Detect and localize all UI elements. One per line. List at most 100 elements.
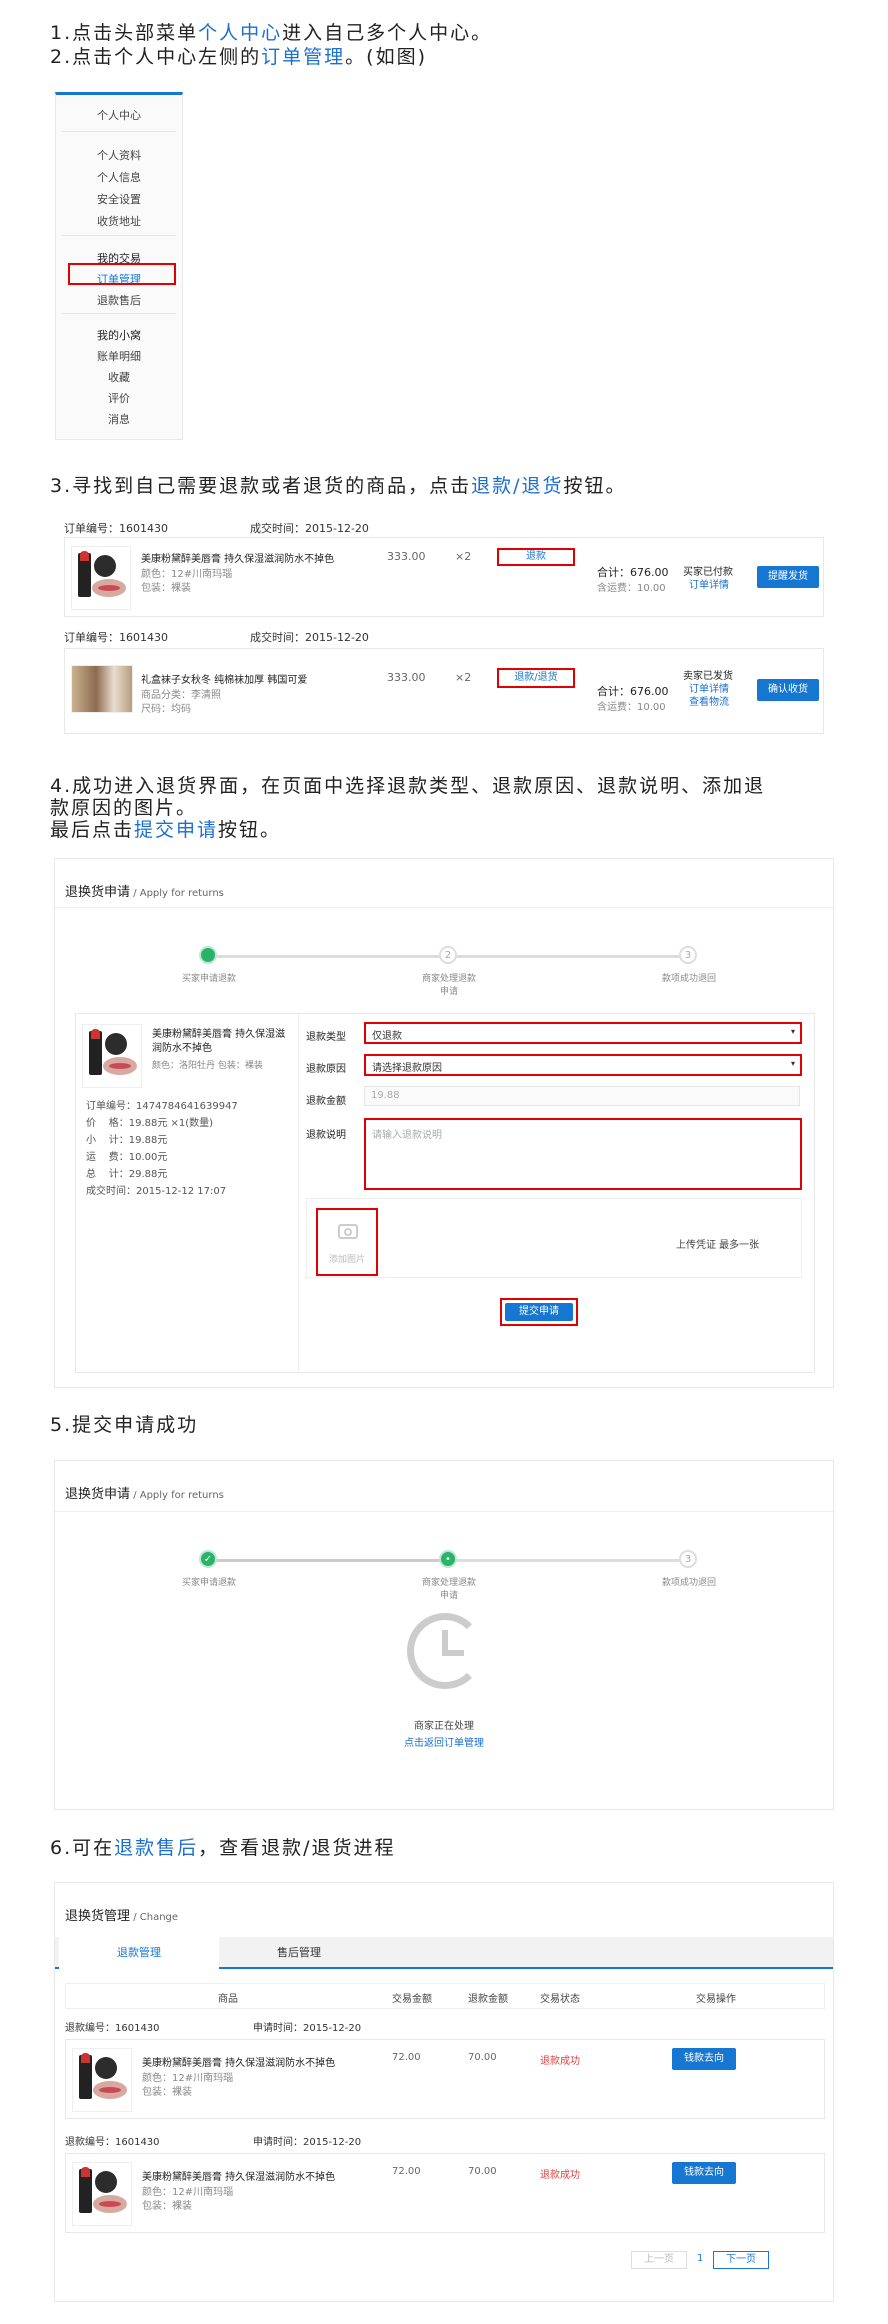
tab-after-sales[interactable]: 售后管理 xyxy=(219,1937,379,1969)
order-1-detail-link[interactable]: 订单详情 xyxy=(689,576,729,591)
refund-2-refund: 70.00 xyxy=(468,2166,497,2177)
order-2-total: 合计：676.00 xyxy=(597,685,669,698)
order-1-total: 合计：676.00 xyxy=(597,566,669,579)
sidebar-item-address[interactable]: 收货地址 xyxy=(56,213,182,229)
sidebar-item-profile[interactable]: 个人资料 xyxy=(56,147,182,163)
refund-1-refund: 70.00 xyxy=(468,2052,497,2063)
sidebar-item-security[interactable]: 安全设置 xyxy=(56,191,182,207)
refund-desc-textarea[interactable]: 请输入退款说明 xyxy=(364,1118,802,1190)
upload-hint: 上传凭证 最多一张 xyxy=(676,1240,760,1251)
product-image xyxy=(71,546,131,610)
step-2-text: 2.点击个人中心左侧的订单管理。(如图) xyxy=(50,46,427,68)
refund-1-amount: 72.00 xyxy=(392,2052,421,2063)
money-flow-button[interactable]: 钱款去向 xyxy=(672,2048,736,2070)
v-price: 19.88元 ×1(数量) xyxy=(128,1118,214,1129)
order-1-qty: ×2 xyxy=(455,550,472,563)
product-image xyxy=(72,2048,132,2112)
submit-button[interactable]: 提交申请 xyxy=(505,1303,573,1321)
refund-2-status: 退款成功 xyxy=(540,2170,580,2181)
next-page-button[interactable]: 下一页 xyxy=(713,2251,769,2269)
tab-refund-management[interactable]: 退款管理 xyxy=(59,1937,219,1969)
apply-success-panel: 退换货申请 / Apply for returns ✓ • 3 买家申请退款 商… xyxy=(54,1460,834,1810)
order-1-ship: 含运费：10.00 xyxy=(597,583,666,594)
refund-2-no: 退款编号：1601430 xyxy=(65,2137,160,2148)
refund-1-attr2: 包装：裸装 xyxy=(142,2087,192,2098)
order-1-attr1: 颜色：12#川南玛瑙 xyxy=(141,569,233,580)
step-3-circle: 3 xyxy=(679,946,697,964)
remind-ship-button[interactable]: 提醒发货 xyxy=(757,566,819,588)
tl-label-1: 买家申请退款 xyxy=(181,1578,236,1588)
returns-management-panel: 退换货管理 / Change 退款管理 售后管理 商品 交易金额 退款金额 交易… xyxy=(54,1882,834,2302)
apply-product-title: 美康粉黛醉美唇膏 持久保湿滋润防水不掉色 xyxy=(152,1029,286,1054)
step-1-text: 1.点击头部菜单个人中心进入自己多个人中心。 xyxy=(50,22,493,44)
k-shipping: 运 费： xyxy=(86,1152,129,1163)
add-image-button[interactable]: 添加图片 xyxy=(316,1208,378,1276)
processing-message: 商家正在处理 xyxy=(414,1721,474,1732)
order-2-time: 成交时间：2015-12-20 xyxy=(250,631,369,644)
chevron-down-icon: ▾ xyxy=(790,1027,795,1036)
refund-2-amount: 72.00 xyxy=(392,2166,421,2177)
add-image-label: 添加图片 xyxy=(328,1255,365,1265)
highlight-orders xyxy=(68,263,176,285)
order-info-list: 订单编号：1474784641639947 价 格：19.88元 ×1(数量) … xyxy=(86,1098,238,1200)
apply-product-attr: 颜色：洛阳牡丹 包装：裸装 xyxy=(152,1061,263,1071)
order-2-qty: ×2 xyxy=(455,671,472,684)
step-4-line3: 最后点击提交申请按钮。 xyxy=(50,819,282,841)
refund-1-title[interactable]: 美康粉黛醉美唇膏 持久保湿滋润防水不掉色 xyxy=(142,2054,335,2069)
label-refund-amount: 退款金额 xyxy=(306,1096,346,1107)
label-refund-type: 退款类型 xyxy=(306,1032,346,1043)
sidebar-item-refunds[interactable]: 退款售后 xyxy=(56,292,182,308)
money-flow-button[interactable]: 钱款去向 xyxy=(672,2162,736,2184)
back-to-orders-link[interactable]: 点击返回订单管理 xyxy=(55,1734,833,1749)
apply-title: 退换货申请 / Apply for returns xyxy=(65,885,224,900)
refund-1-status: 退款成功 xyxy=(540,2056,580,2067)
v-shipping: 10.00元 xyxy=(128,1152,168,1163)
order-2-no: 订单编号：1601430 xyxy=(64,631,168,644)
apply-returns-panel: 退换货申请 / Apply for returns 1 2 3 买家申请退款 商… xyxy=(54,858,834,1388)
step-3-text: 3.寻找到自己需要退款或者退货的商品，点击退款/退货按钮。 xyxy=(50,475,627,497)
refund-type-select[interactable]: 仅退款 ▾ xyxy=(364,1022,802,1044)
step-4-line1: 4.成功进入退货界面，在页面中选择退款类型、退款原因、退款说明、添加退 xyxy=(50,775,766,797)
confirm-receipt-button[interactable]: 确认收货 xyxy=(757,679,819,701)
order-1-price: 333.00 xyxy=(387,550,426,563)
product-image xyxy=(71,665,133,713)
k-deal-time: 成交时间： xyxy=(86,1186,136,1197)
order-2-title[interactable]: 礼盒袜子女秋冬 纯棉袜加厚 韩国可爱 xyxy=(141,671,307,686)
order-list: 订单编号：1601430 成交时间：2015-12-20 美康粉黛醉美唇膏 持久… xyxy=(60,515,828,745)
order-1-title[interactable]: 美康粉黛醉美唇膏 持久保湿滋润防水不掉色 xyxy=(141,550,334,565)
sidebar-item-bills[interactable]: 账单明细 xyxy=(56,348,182,364)
sidebar-title: 个人中心 xyxy=(97,109,141,122)
step-1-done-icon: ✓ xyxy=(199,1550,217,1568)
col-refund-amount: 退款金额 xyxy=(468,1994,508,2005)
refund-reason-select[interactable]: 请选择退款原因 ▾ xyxy=(364,1054,802,1076)
sidebar-item-favorites[interactable]: 收藏 xyxy=(56,369,182,385)
refund-2-title[interactable]: 美康粉黛醉美唇膏 持久保湿滋润防水不掉色 xyxy=(142,2168,335,2183)
sidebar-item-reviews[interactable]: 评价 xyxy=(56,390,182,406)
refund-2-time: 申请时间：2015-12-20 xyxy=(253,2137,362,2148)
order-1-row: 美康粉黛醉美唇膏 持久保湿滋润防水不掉色 颜色：12#川南玛瑙 包装：裸装 33… xyxy=(64,537,824,617)
step-2-circle: 2 xyxy=(439,946,457,964)
refund-1-attr1: 颜色：12#川南玛瑙 xyxy=(142,2073,234,2084)
col-action: 交易操作 xyxy=(696,1994,736,2005)
sidebar-item-messages[interactable]: 消息 xyxy=(56,411,182,427)
sidebar-item-info[interactable]: 个人信息 xyxy=(56,169,182,185)
refund-return-button[interactable]: 退款/退货 xyxy=(497,668,575,688)
v-total: 29.88元 xyxy=(128,1169,168,1180)
current-page[interactable]: 1 xyxy=(697,2253,703,2264)
refund-amount-field[interactable]: 19.88 xyxy=(364,1086,800,1106)
order-2-attr2: 尺码：均码 xyxy=(141,704,191,715)
step-2-active-icon: • xyxy=(439,1550,457,1568)
order-2-logistics-link[interactable]: 查看物流 xyxy=(689,693,729,708)
tl-label-2: 商家处理退款申请 xyxy=(421,974,476,997)
order-2-row: 礼盒袜子女秋冬 纯棉袜加厚 韩国可爱 商品分类：李清照 尺码：均码 333.00… xyxy=(64,648,824,734)
k-subtotal: 小 计： xyxy=(86,1135,129,1146)
prev-page-button[interactable]: 上一页 xyxy=(631,2251,687,2269)
step-4-line2: 款原因的图片。 xyxy=(50,797,198,819)
k-order-no: 订单编号： xyxy=(86,1101,136,1112)
order-1-attr2: 包装：裸装 xyxy=(141,583,191,594)
refund-button[interactable]: 退款 xyxy=(497,548,575,566)
v-deal-time: 2015-12-12 17:07 xyxy=(136,1186,227,1197)
order-2-attr1: 商品分类：李清照 xyxy=(141,690,221,701)
success-title: 退换货申请 / Apply for returns xyxy=(65,1487,224,1502)
col-status: 交易状态 xyxy=(540,1994,580,2005)
